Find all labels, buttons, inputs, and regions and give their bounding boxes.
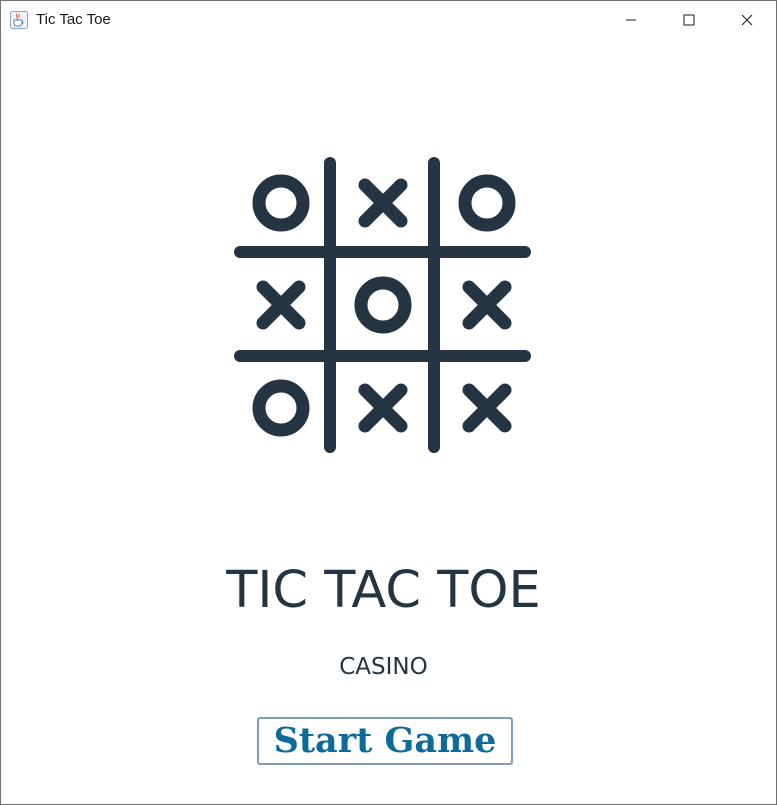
close-button[interactable] [718, 1, 776, 39]
title-bar[interactable]: Tic Tac Toe [1, 1, 776, 39]
x-mark [358, 383, 408, 433]
o-mark [252, 379, 310, 437]
x-mark [462, 383, 512, 433]
game-title: TIC TAC TOE [226, 561, 541, 620]
x-mark [462, 280, 512, 330]
minimize-button[interactable] [602, 1, 660, 39]
maximize-icon [683, 14, 695, 26]
game-subtitle: CASINO [339, 654, 428, 680]
maximize-button[interactable] [660, 1, 718, 39]
java-cup-icon [10, 11, 28, 29]
tic-tac-toe-board-icon [229, 153, 539, 463]
close-icon [741, 14, 753, 26]
window-title: Tic Tac Toe [36, 11, 111, 28]
app-window: Tic Tac Toe TIC TAC TOE CASINO Start Gam… [0, 0, 777, 805]
x-mark [358, 178, 408, 228]
x-mark [256, 280, 306, 330]
minimize-icon [626, 19, 636, 21]
start-game-button[interactable]: Start Game [257, 717, 513, 765]
o-mark [458, 174, 516, 232]
o-mark [354, 276, 412, 334]
o-mark [252, 174, 310, 232]
